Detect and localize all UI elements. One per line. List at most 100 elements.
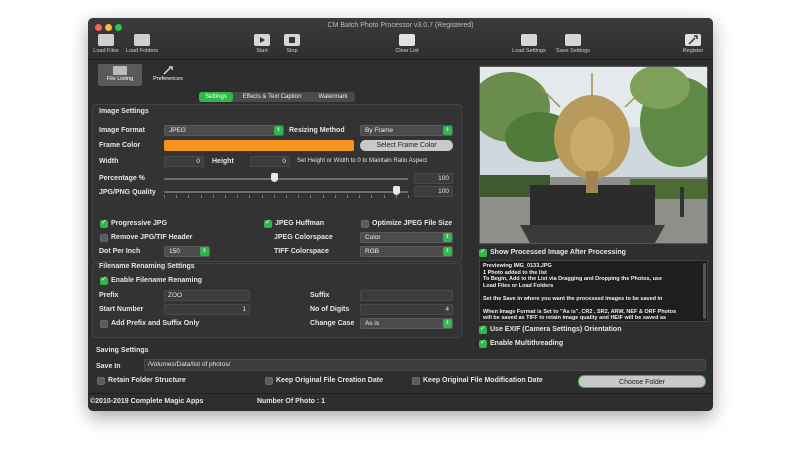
load-settings-button[interactable]: Load Settings (509, 34, 549, 54)
tab-settings[interactable]: Settings (199, 92, 233, 102)
keep-creation-label: Keep Original File Creation Date (276, 377, 383, 384)
prefix-field[interactable]: ZOO (164, 290, 250, 301)
retain-folder-label: Retain Folder Structure (108, 377, 186, 384)
suffix-label: Suffix (310, 292, 330, 299)
suffix-field[interactable] (360, 290, 453, 301)
keep-modification-label: Keep Original File Modification Date (423, 377, 543, 384)
start-number-label: Start Number (99, 306, 144, 313)
prefix-label: Prefix (99, 292, 119, 299)
quality-slider-knob[interactable] (392, 186, 400, 195)
start-button[interactable]: Start (250, 34, 274, 54)
tiff-colorspace-label: TIFF Colorspace (274, 248, 329, 255)
jpeg-huffman-checkbox[interactable] (264, 218, 272, 228)
tab-effects-text-caption[interactable]: Effects & Text Caption (235, 92, 309, 102)
height-field[interactable]: 0 (250, 156, 290, 167)
save-in-field[interactable]: /Volumes/Data/list of photos/ (144, 359, 706, 371)
slider-tick (273, 195, 275, 198)
quality-field[interactable]: 100 (414, 186, 453, 197)
progressive-jpg-checkbox[interactable] (100, 218, 108, 228)
save-settings-icon (565, 34, 581, 46)
digits-label: No of Digits (310, 306, 350, 313)
settings-tab-bar: Settings Effects & Text Caption Watermar… (199, 92, 355, 102)
choose-folder-button[interactable]: Choose Folder (578, 375, 706, 388)
enable-renaming-checkbox[interactable] (100, 275, 108, 285)
digits-field[interactable]: 4 (360, 304, 453, 315)
load-folders-button[interactable]: Load Folders (122, 34, 162, 54)
slider-tick (322, 195, 324, 198)
multithreading-checkbox[interactable] (479, 338, 487, 348)
window-title: CM Batch Photo Processor v3.0.7 (Registe… (327, 22, 474, 29)
change-case-select[interactable]: As is ⇕ (360, 318, 453, 329)
percentage-label: Percentage % (99, 175, 145, 182)
slider-tick (188, 195, 190, 198)
dpi-select[interactable]: 150 ⇕ (164, 246, 210, 257)
file-listing-mode-button[interactable]: File Listing (98, 64, 142, 86)
remove-header-checkbox[interactable] (100, 234, 108, 242)
use-exif-checkbox[interactable] (479, 324, 487, 334)
percentage-slider[interactable] (164, 178, 408, 180)
jpeg-colorspace-label: JPEG Colorspace (274, 234, 333, 241)
progressive-jpg-label: Progressive JPG (111, 220, 168, 227)
percentage-field[interactable]: 100 (414, 173, 453, 184)
chevron-updown-icon: ⇕ (200, 247, 209, 256)
wrench-icon (161, 66, 175, 75)
clear-list-button[interactable]: Clear List (390, 34, 424, 54)
chevron-updown-icon: ⇕ (443, 247, 452, 256)
load-files-button[interactable]: Load Files (90, 34, 122, 54)
resizing-method-label: Resizing Method (289, 127, 345, 134)
log-line: will be saved as TIFF to retain image qu… (483, 315, 667, 321)
quality-label: JPG/PNG Quality (99, 189, 156, 196)
slider-tick (371, 195, 373, 198)
register-button[interactable]: Register (678, 34, 708, 54)
select-frame-color-button[interactable]: Select Frame Color (360, 140, 453, 151)
preview-image (470, 65, 713, 243)
add-prefix-suffix-checkbox[interactable] (100, 320, 108, 328)
slider-tick (237, 195, 239, 198)
image-format-label: Image Format (99, 127, 145, 134)
wrench-icon (685, 34, 701, 46)
tiff-colorspace-select[interactable]: RGB ⇕ (360, 246, 453, 257)
slider-tick (286, 195, 287, 198)
slider-tick (334, 195, 336, 198)
slider-tick (225, 195, 226, 198)
play-icon (254, 34, 270, 46)
keep-modification-checkbox[interactable] (412, 377, 420, 385)
jpeg-colorspace-select[interactable]: Color ⇕ (360, 232, 453, 243)
change-case-label: Change Case (310, 320, 355, 327)
titlebar: CM Batch Photo Processor v3.0.7 (Registe… (88, 18, 713, 60)
enable-renaming-label: Enable Filename Renaming (111, 277, 203, 284)
height-label: Height (212, 158, 234, 165)
chevron-updown-icon: ⇕ (274, 126, 283, 135)
image-settings-header: Image Settings (99, 108, 149, 115)
preferences-mode-button[interactable]: Preferences (146, 64, 190, 86)
status-divider (88, 393, 713, 394)
quality-slider[interactable] (164, 191, 408, 193)
jpeg-huffman-label: JPEG Huffman (275, 220, 325, 227)
show-processed-label: Show Processed Image After Processing (490, 249, 626, 256)
slider-tick (249, 195, 251, 198)
clear-list-icon (399, 34, 415, 46)
tab-watermark[interactable]: Watermark (311, 92, 355, 102)
keep-creation-checkbox[interactable] (265, 377, 273, 385)
retain-folder-checkbox[interactable] (97, 377, 105, 385)
slider-tick (298, 195, 300, 198)
save-settings-button[interactable]: Save Settings (552, 34, 594, 54)
optimize-jpeg-checkbox[interactable] (361, 220, 369, 228)
percentage-slider-knob[interactable] (270, 173, 278, 182)
resizing-method-select[interactable]: By Frame ⇕ (360, 125, 453, 136)
renaming-header: Filename Renaming Settings (99, 263, 195, 270)
chevron-updown-icon: ⇕ (443, 126, 452, 135)
load-settings-icon (521, 34, 537, 46)
image-format-select[interactable]: JPEG ⇕ (164, 125, 284, 136)
list-icon (113, 66, 127, 75)
stop-button[interactable]: Stop (280, 34, 304, 54)
slider-tick (176, 195, 178, 198)
log-text: Previewing IMG_0133.JPG 1 Photo added to … (483, 263, 704, 321)
show-processed-checkbox[interactable] (479, 247, 487, 257)
log-scrollbar[interactable] (703, 263, 706, 319)
width-field[interactable]: 0 (164, 156, 204, 167)
frame-color-swatch[interactable] (164, 140, 354, 151)
slider-tick (383, 195, 385, 198)
log-panel[interactable]: Previewing IMG_0133.JPG 1 Photo added to … (479, 260, 708, 322)
start-number-field[interactable]: 1 (164, 304, 250, 315)
